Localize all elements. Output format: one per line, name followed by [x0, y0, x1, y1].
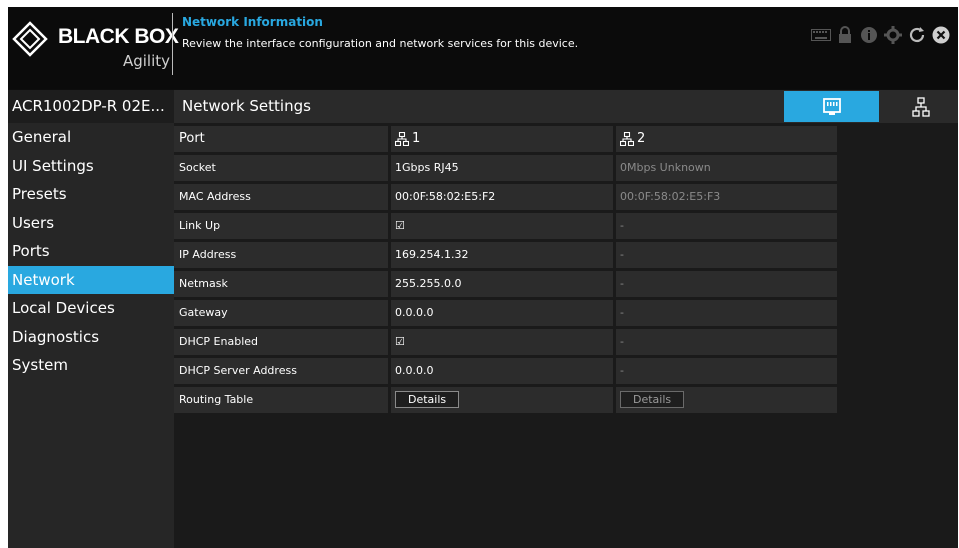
sidebar-item-ui-settings[interactable]: UI Settings: [8, 152, 174, 181]
table-row: Link Up ☑ -: [174, 213, 840, 239]
port-1-value: 1Gbps RJ45: [391, 155, 613, 181]
row-label: IP Address: [174, 242, 388, 268]
port-2-label: 2: [637, 131, 646, 146]
port-1-value: 255.255.0.0: [391, 271, 613, 297]
row-label: Netmask: [174, 271, 388, 297]
network-topology-icon: [912, 96, 930, 117]
sidebar-item-general[interactable]: General: [8, 123, 174, 152]
column-header-port-1: 1: [391, 126, 613, 152]
lock-icon[interactable]: [834, 25, 856, 45]
row-label: Gateway: [174, 300, 388, 326]
section-title: Network Settings: [182, 97, 311, 115]
port-2-routing-details-button[interactable]: Details: [620, 391, 685, 408]
app-header: BLACK BOX Agility Network Information Re…: [8, 7, 958, 89]
port-1-routing-details-button[interactable]: Details: [395, 391, 460, 408]
table-row: IP Address 169.254.1.32 -: [174, 242, 840, 268]
port-2-routing-cell: Details: [616, 387, 837, 413]
sidebar-item-ports[interactable]: Ports: [8, 237, 174, 266]
black-box-logo: BLACK BOX Agility: [10, 13, 179, 83]
tab-network-topology[interactable]: [884, 91, 958, 122]
gear-icon[interactable]: [882, 25, 904, 45]
refresh-icon[interactable]: [906, 25, 928, 45]
port-1-value: 00:0F:58:02:E5:F2: [391, 184, 613, 210]
info-icon[interactable]: [858, 25, 880, 45]
tab-ethernet-port[interactable]: [784, 91, 879, 122]
table-row: Netmask 255.255.0.0 -: [174, 271, 840, 297]
sidebar-item-local-devices[interactable]: Local Devices: [8, 294, 174, 323]
port-2-value: 0Mbps Unknown: [616, 155, 837, 181]
column-header-port-2: 2: [616, 126, 837, 152]
port-1-value: 169.254.1.32: [391, 242, 613, 268]
row-label: DHCP Server Address: [174, 358, 388, 384]
brand-name: BLACK BOX: [58, 25, 179, 48]
ethernet-port-icon: [822, 97, 841, 115]
port-1-routing-cell: Details: [391, 387, 613, 413]
black-box-logo-icon: [12, 21, 48, 57]
header-toolbar: [810, 25, 952, 45]
table-row: Routing Table Details Details: [174, 387, 840, 413]
sidebar-item-system[interactable]: System: [8, 351, 174, 380]
port-2-value: -: [616, 358, 837, 384]
port-1-value: 0.0.0.0: [391, 358, 613, 384]
network-settings-table: Port 1 2 Socket 1Gbps RJ45 0Mbps Unknown…: [174, 126, 840, 416]
port-1-label: 1: [412, 131, 421, 146]
row-label: Socket: [174, 155, 388, 181]
port-2-value: -: [616, 242, 837, 268]
table-row: Gateway 0.0.0.0 -: [174, 300, 840, 326]
sidebar-item-network[interactable]: Network: [8, 265, 174, 294]
header-divider: [172, 13, 173, 75]
port-2-value: -: [616, 329, 837, 355]
port-2-value: -: [616, 271, 837, 297]
table-row: MAC Address 00:0F:58:02:E5:F2 00:0F:58:0…: [174, 184, 840, 210]
sidebar-item-presets[interactable]: Presets: [8, 180, 174, 209]
network-port-icon: [395, 131, 409, 146]
main-panel: Network Settings Port 1 2 Socket 1Gbps R…: [174, 90, 958, 548]
port-1-value: 0.0.0.0: [391, 300, 613, 326]
sidebar-item-diagnostics[interactable]: Diagnostics: [8, 323, 174, 352]
keyboard-icon[interactable]: [810, 25, 832, 45]
dhcp-enabled-checkbox: ☑: [391, 329, 613, 355]
row-label: Routing Table: [174, 387, 388, 413]
close-icon[interactable]: [930, 25, 952, 45]
sidebar-item-users[interactable]: Users: [8, 209, 174, 238]
brand-sub: Agility: [122, 52, 170, 70]
column-header-port: Port: [174, 126, 388, 152]
port-2-value: -: [616, 213, 837, 239]
table-row: DHCP Enabled ☑ -: [174, 329, 840, 355]
row-label: Link Up: [174, 213, 388, 239]
page-title: Network Information: [182, 15, 323, 29]
row-label: MAC Address: [174, 184, 388, 210]
network-port-icon: [620, 131, 634, 146]
table-header-row: Port 1 2: [174, 126, 840, 152]
page-description: Review the interface configuration and n…: [182, 37, 579, 50]
port-2-value: 00:0F:58:02:E5:F3: [616, 184, 837, 210]
section-header: Network Settings: [174, 90, 958, 123]
port-2-value: -: [616, 300, 837, 326]
app-window: BLACK BOX Agility Network Information Re…: [8, 7, 958, 548]
row-label: DHCP Enabled: [174, 329, 388, 355]
table-row: Socket 1Gbps RJ45 0Mbps Unknown: [174, 155, 840, 181]
sidebar: ACR1002DP-R 02E... General UI Settings P…: [8, 90, 174, 548]
table-row: DHCP Server Address 0.0.0.0 -: [174, 358, 840, 384]
link-up-checkbox: ☑: [391, 213, 613, 239]
device-name: ACR1002DP-R 02E...: [8, 90, 174, 123]
